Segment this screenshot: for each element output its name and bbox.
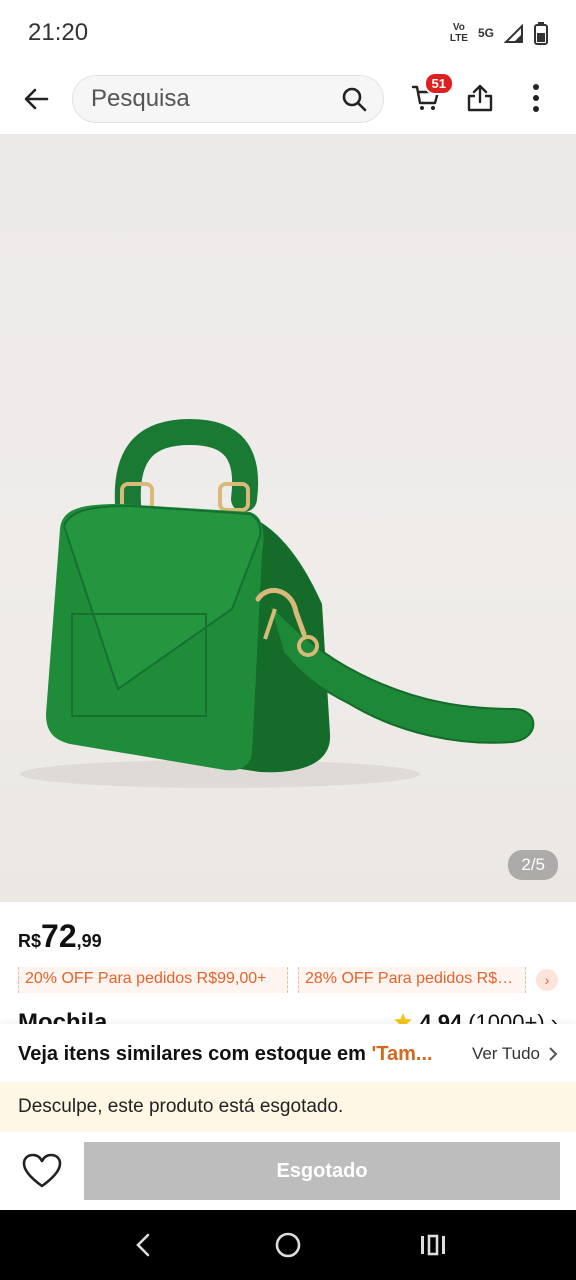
coupon-list: 20% OFF Para pedidos R$99,00+ 28% OFF Pa… [18, 965, 558, 995]
see-all-link[interactable]: Ver Tudo [472, 1044, 558, 1064]
signal-icon [504, 23, 523, 43]
image-counter: 2/5 [508, 850, 558, 880]
status-bar: 21:20 Vo LTE 5G [0, 0, 576, 66]
back-button[interactable] [0, 66, 72, 132]
soldout-notice: Desculpe, este produto está esgotado. [0, 1082, 576, 1132]
green-handbag-image [20, 418, 535, 788]
back-arrow-icon [24, 88, 49, 110]
coupon-20-off[interactable]: 20% OFF Para pedidos R$99,00+ [18, 967, 288, 993]
more-options-button[interactable] [514, 76, 558, 120]
status-time: 21:20 [28, 19, 89, 46]
price-integer: 72 [41, 918, 77, 954]
nav-back-button[interactable] [113, 1215, 173, 1275]
price-currency: R$ [18, 931, 42, 951]
nav-home-icon [275, 1232, 301, 1258]
share-button[interactable] [458, 76, 502, 120]
chevron-right-icon [549, 1047, 558, 1061]
heart-icon [22, 1153, 62, 1188]
similar-items-text: Veja itens similares com estoque em 'Tam… [18, 1042, 433, 1065]
wishlist-button[interactable] [0, 1132, 84, 1210]
battery-icon [534, 22, 548, 45]
product-image-gallery[interactable]: 2/5 [0, 134, 576, 902]
search-placeholder: Pesquisa [91, 85, 190, 112]
search-input[interactable]: Pesquisa [72, 75, 384, 123]
product-price: R$ 72 ,99 [18, 918, 102, 955]
nav-home-button[interactable] [258, 1215, 318, 1275]
network-type: 5G [477, 26, 494, 40]
coupon-28-off[interactable]: 28% OFF Para pedidos R$1... [298, 967, 526, 993]
share-icon [467, 84, 493, 112]
soldout-notice-text: Desculpe, este produto está esgotado. [18, 1096, 344, 1117]
cart-count-badge: 51 [423, 72, 454, 95]
similar-items-highlight: 'Tam... [371, 1042, 433, 1065]
system-nav-bar [0, 1210, 576, 1280]
nav-back-icon [135, 1233, 149, 1257]
more-vertical-icon [533, 84, 539, 112]
coupon-more-icon[interactable]: › [536, 969, 558, 991]
status-icons: Vo LTE 5G [450, 21, 548, 45]
volte-indicator: Vo LTE [449, 22, 468, 44]
price-decimal: ,99 [76, 931, 102, 951]
similar-items-bar[interactable]: Veja itens similares com estoque em 'Tam… [0, 1024, 576, 1084]
soldout-button[interactable]: Esgotado [84, 1142, 560, 1200]
nav-recents-icon [421, 1234, 446, 1256]
nav-recents-button[interactable] [403, 1215, 463, 1275]
bottom-action-bar: Esgotado [0, 1132, 576, 1210]
cart-button[interactable]: 51 [404, 72, 454, 120]
search-icon[interactable] [341, 86, 367, 112]
top-bar: Pesquisa 51 [0, 66, 576, 132]
